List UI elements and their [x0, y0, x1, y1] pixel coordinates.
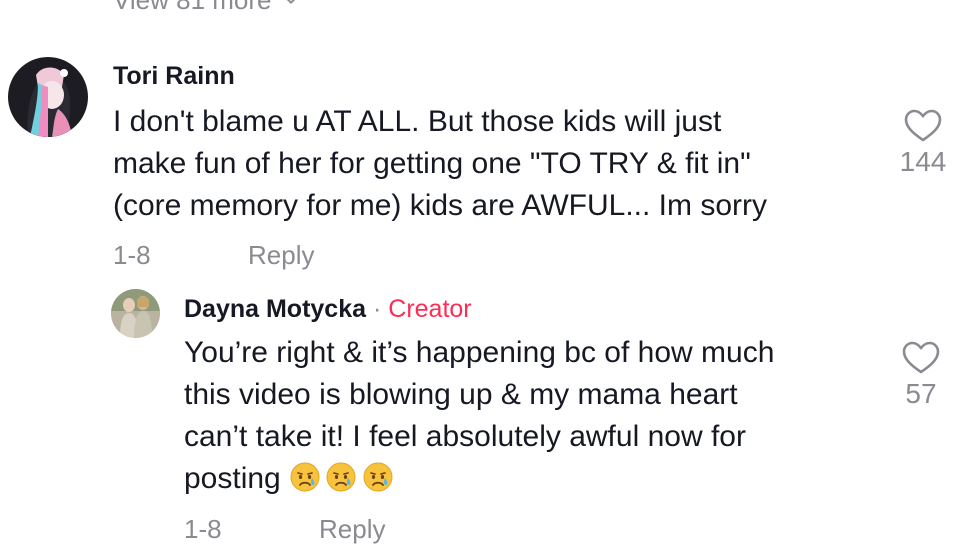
comment-username[interactable]: Dayna Motycka · Creator [184, 295, 472, 324]
view-more-replies[interactable]: View 81 more [113, 0, 300, 16]
like-count: 57 [905, 378, 937, 409]
comment-meta: 1-8 Reply [113, 240, 314, 271]
creator-badge: Creator [388, 295, 472, 323]
separator: · [372, 295, 382, 323]
chevron-down-icon [286, 0, 295, 4]
comment-date: 1-8 [184, 514, 222, 544]
comment-username[interactable]: Tori Rainn [113, 62, 235, 91]
comment-text: I don't blame u AT ALL. But those kids w… [113, 105, 767, 222]
sad-but-relieved-face-icon [363, 462, 393, 492]
view-more-label: View 81 more [113, 0, 272, 16]
like-count: 144 [899, 146, 947, 177]
sad-but-relieved-face-icon [326, 462, 356, 492]
like-button[interactable]: 57 [886, 340, 956, 410]
heart-outline-icon [902, 341, 940, 374]
like-button[interactable]: 144 [888, 108, 958, 178]
sad-but-relieved-face-icon [290, 462, 320, 492]
heart-outline-icon [904, 109, 942, 142]
reply-button[interactable]: Reply [319, 514, 385, 545]
comment-date: 1-8 [113, 240, 151, 270]
avatar[interactable] [111, 289, 160, 338]
avatar[interactable] [8, 57, 88, 137]
reply-button[interactable]: Reply [248, 240, 314, 271]
comment-text: You’re right & it’s happening bc of how … [184, 336, 775, 495]
comment-meta: 1-8 Reply [184, 514, 385, 545]
